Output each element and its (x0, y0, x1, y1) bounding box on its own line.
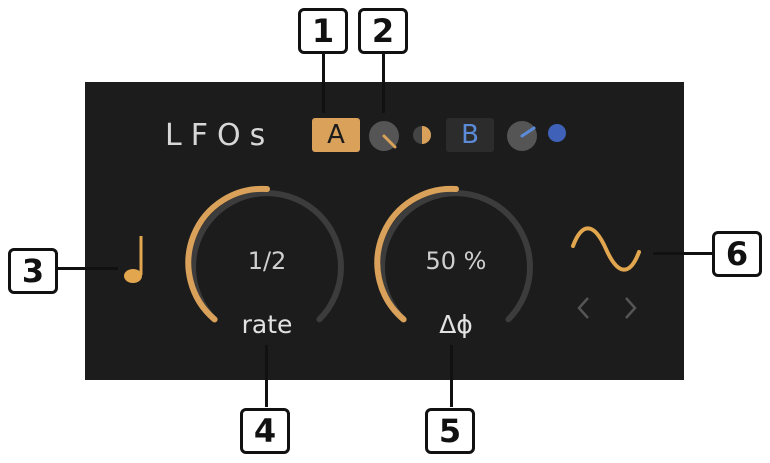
lfo-title: LFOs (165, 118, 275, 153)
quarter-note-icon[interactable] (121, 233, 151, 285)
callout-badge-4: 4 (240, 408, 290, 454)
callout-badge-1: 1 (298, 8, 348, 54)
callout-badge-6: 6 (712, 231, 762, 277)
phase-label: Δϕ (439, 310, 473, 339)
lfo-a-amount-knob[interactable] (368, 120, 400, 152)
lfo-b-button[interactable]: B (446, 118, 494, 152)
rate-value: 1/2 (247, 247, 287, 275)
lfo-a-phase-indicator[interactable] (412, 125, 432, 145)
callout-badge-3: 3 (8, 248, 58, 294)
lfo-a-button[interactable]: A (312, 118, 360, 152)
lfo-b-indicator-dot[interactable] (548, 124, 566, 142)
lfo-b-amount-knob[interactable] (506, 120, 538, 152)
callout-line-4 (265, 345, 268, 407)
callout-line-3 (58, 267, 118, 270)
callout-line-2 (382, 50, 385, 113)
callout-line-6 (653, 252, 713, 255)
rate-label: rate (241, 310, 293, 339)
callout-badge-2: 2 (358, 8, 408, 54)
callout-badge-5: 5 (425, 408, 475, 454)
sine-wave-icon[interactable] (570, 226, 642, 272)
callout-line-5 (450, 345, 453, 407)
next-waveform-icon[interactable] (619, 294, 641, 322)
callout-line-1 (322, 50, 325, 113)
phase-value: 50 % (425, 247, 487, 275)
previous-waveform-icon[interactable] (573, 294, 595, 322)
